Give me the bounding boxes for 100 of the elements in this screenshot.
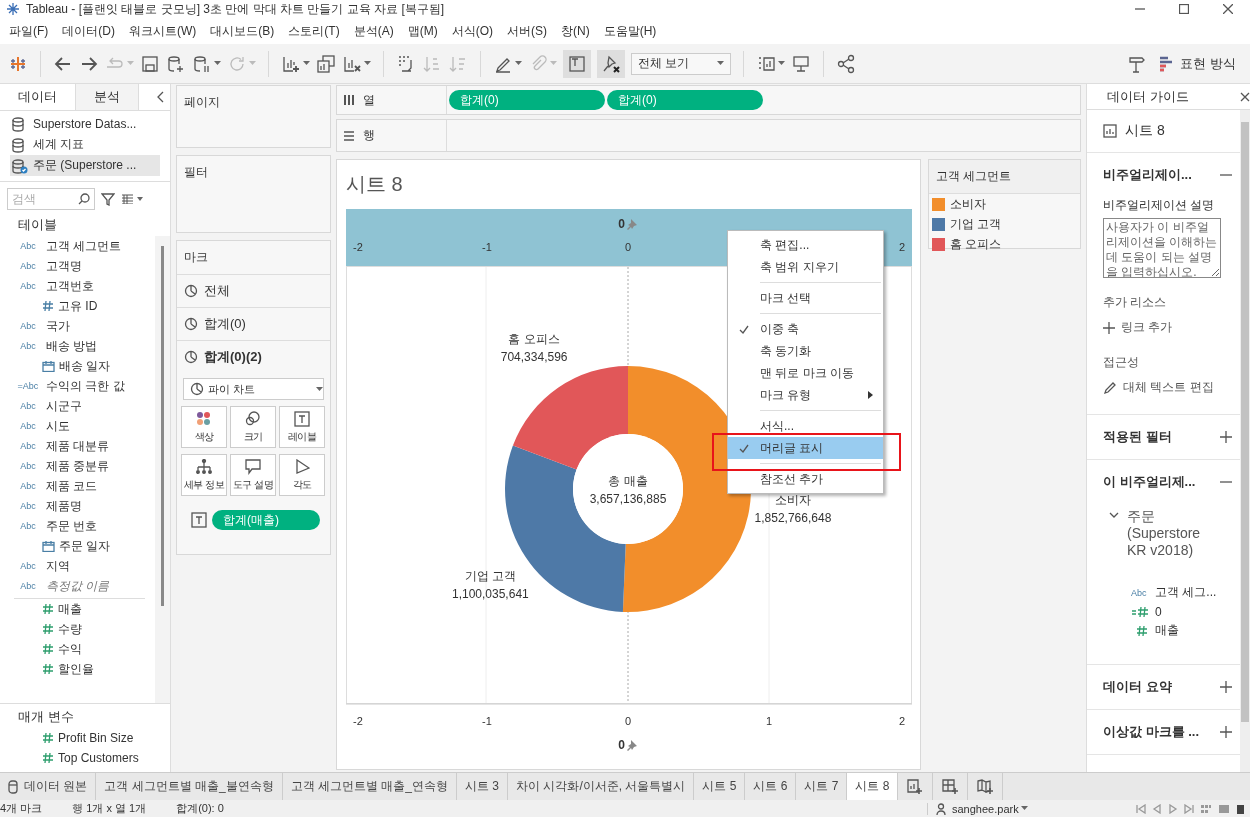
marks-layer[interactable]: 합계(0) xyxy=(177,307,330,340)
fit-dropdown[interactable]: 전체 보기 xyxy=(631,52,731,75)
label-icon[interactable] xyxy=(294,410,310,427)
filters-card[interactable]: 필터 xyxy=(176,155,331,233)
pages-card[interactable]: 페이지 xyxy=(176,85,331,148)
plus-icon[interactable] xyxy=(1103,321,1115,334)
pane-tab[interactable]: 분석 xyxy=(76,84,139,110)
color-swatch[interactable] xyxy=(932,237,945,251)
menu-item[interactable]: 창(N) xyxy=(554,22,597,40)
expand-icon[interactable] xyxy=(1220,681,1232,693)
mark-property-button[interactable]: 색상 xyxy=(181,406,227,448)
size-icon[interactable] xyxy=(245,410,261,427)
field-name[interactable]: 제품명 xyxy=(46,497,82,515)
field-name[interactable]: Profit Bin Size xyxy=(58,731,134,745)
marks-layer[interactable]: 전체 xyxy=(177,274,330,307)
new-worksheet-icon[interactable] xyxy=(906,778,925,795)
field-name[interactable]: 배송 일자 xyxy=(59,357,111,375)
caret-icon[interactable] xyxy=(717,61,724,66)
mark-property-button[interactable]: 도구 설명 xyxy=(230,454,276,496)
database-pause-icon[interactable] xyxy=(192,53,212,74)
menu-item[interactable]: 맵(M) xyxy=(400,22,445,40)
field-name[interactable]: 제품 중분류 xyxy=(46,457,110,475)
field-name[interactable]: 주문 일자 xyxy=(59,537,111,555)
field-name[interactable]: Top Customers xyxy=(58,751,139,765)
mark-property-button[interactable]: 세부 정보 xyxy=(181,454,227,496)
save-icon[interactable] xyxy=(140,53,160,74)
legend-label[interactable]: 소비자 xyxy=(950,195,986,213)
edit-alt-text[interactable]: 대체 텍스트 편집 xyxy=(1123,379,1214,396)
menu-item[interactable]: 마크 유형 xyxy=(728,384,883,406)
show-me-button[interactable]: 표현 방식 xyxy=(1152,53,1242,74)
color-swatch[interactable] xyxy=(932,197,945,211)
caret-icon[interactable] xyxy=(1020,806,1028,811)
menu-item[interactable]: 서식(O) xyxy=(444,22,500,40)
search-field[interactable]: 검색 xyxy=(7,188,95,210)
close-icon[interactable] xyxy=(1240,91,1250,102)
maximize-icon[interactable] xyxy=(1179,4,1189,14)
menu-item[interactable]: 축 편집... xyxy=(728,234,883,256)
legend-label[interactable]: 홈 오피스 xyxy=(950,235,1002,253)
menu-item[interactable]: 서식... xyxy=(728,415,883,437)
menu-item[interactable]: 분석(A) xyxy=(346,22,401,40)
tab-view-icon[interactable] xyxy=(1236,803,1244,814)
caret-icon[interactable] xyxy=(303,61,310,66)
menu-item[interactable]: 축 범위 지우기 xyxy=(728,256,883,278)
menu-item[interactable]: 마크 선택 xyxy=(728,287,883,309)
legend-label[interactable]: 기업 고객 xyxy=(950,215,1002,233)
collapse-icon[interactable] xyxy=(156,91,164,103)
scroll-bar[interactable] xyxy=(1240,110,1250,772)
data-source-item[interactable]: Superstore Datas... xyxy=(10,113,160,134)
field-name[interactable]: 수량 xyxy=(58,620,82,638)
expand-icon[interactable] xyxy=(1220,431,1232,443)
speech-bubble-icon[interactable] xyxy=(245,458,261,475)
field-name[interactable]: 국가 xyxy=(46,317,70,335)
marks-layer[interactable]: 합계(0)(2) xyxy=(177,340,330,373)
chevron-down-icon[interactable] xyxy=(1109,512,1119,520)
field-name[interactable]: 지역 xyxy=(46,557,70,575)
pin-icon[interactable] xyxy=(627,740,637,751)
new-dashboard-icon[interactable] xyxy=(941,778,960,795)
section-title[interactable]: 이 비주얼리제... xyxy=(1103,473,1196,491)
field-name[interactable]: 배송 방법 xyxy=(46,337,98,355)
donut-slice[interactable] xyxy=(512,366,628,470)
description-field[interactable]: 사용자가 이 비주얼리제이션을 이해하는 데 도움이 되는 설명을 입력하십시오. xyxy=(1103,218,1221,278)
mark-property-button[interactable]: 각도 xyxy=(279,454,325,496)
caret-icon[interactable] xyxy=(515,61,522,66)
caret-icon[interactable] xyxy=(316,386,323,392)
close-icon[interactable] xyxy=(1223,4,1233,14)
share-icon[interactable] xyxy=(836,53,856,74)
expand-icon[interactable] xyxy=(1220,726,1232,738)
field-name[interactable]: 할인율 xyxy=(58,660,94,678)
duplicate-chart-icon[interactable] xyxy=(316,53,336,74)
data-source-item[interactable]: 주문 (Superstore ... xyxy=(10,155,160,176)
data-source-item[interactable]: 세계 지표 xyxy=(10,134,160,155)
database-plus-icon[interactable] xyxy=(166,53,186,74)
sheet-tab[interactable]: 시트 8 xyxy=(847,773,899,800)
hierarchy-icon[interactable] xyxy=(196,458,212,475)
menu-item[interactable]: 이중 축 xyxy=(728,318,883,340)
field-name[interactable]: 시군구 xyxy=(46,397,82,415)
field-name[interactable]: 제품 코드 xyxy=(46,477,98,495)
rows-shelf[interactable]: 행 xyxy=(336,119,1081,152)
pencil-icon[interactable] xyxy=(1103,380,1117,395)
field-name[interactable]: 고객명 xyxy=(46,257,82,275)
field-name[interactable]: 제품 대분류 xyxy=(46,437,110,455)
mark-property-button[interactable]: 레이블 xyxy=(279,406,325,448)
menu-item[interactable]: 스토리(T) xyxy=(281,22,347,40)
user-menu[interactable]: sanghee.park xyxy=(927,802,1056,815)
field-name[interactable]: 수익의 극한 값 xyxy=(46,377,125,395)
menu-item[interactable]: 파일(F) xyxy=(2,22,56,40)
field-name[interactable]: 주문 번호 xyxy=(46,517,98,535)
field-name[interactable]: 고객번호 xyxy=(46,277,94,295)
menu-item[interactable]: 맨 뒤로 마크 이동 xyxy=(728,362,883,384)
field-name[interactable]: 매출 xyxy=(58,600,82,618)
field-name[interactable]: 수익 xyxy=(58,640,82,658)
color-swatch[interactable] xyxy=(932,217,945,231)
section-title[interactable]: 이상값 마크를 ... xyxy=(1103,723,1200,741)
filter-icon[interactable] xyxy=(101,192,115,206)
caret-icon[interactable] xyxy=(214,61,221,66)
field-name[interactable]: 고유 ID xyxy=(58,297,98,315)
menu-item[interactable]: 대시보드(B) xyxy=(203,22,282,40)
menu-item[interactable]: 데이터(D) xyxy=(55,22,122,40)
section-title[interactable]: 적용된 필터 xyxy=(1103,428,1172,446)
field-name[interactable]: 측정값 이름 xyxy=(46,577,110,595)
